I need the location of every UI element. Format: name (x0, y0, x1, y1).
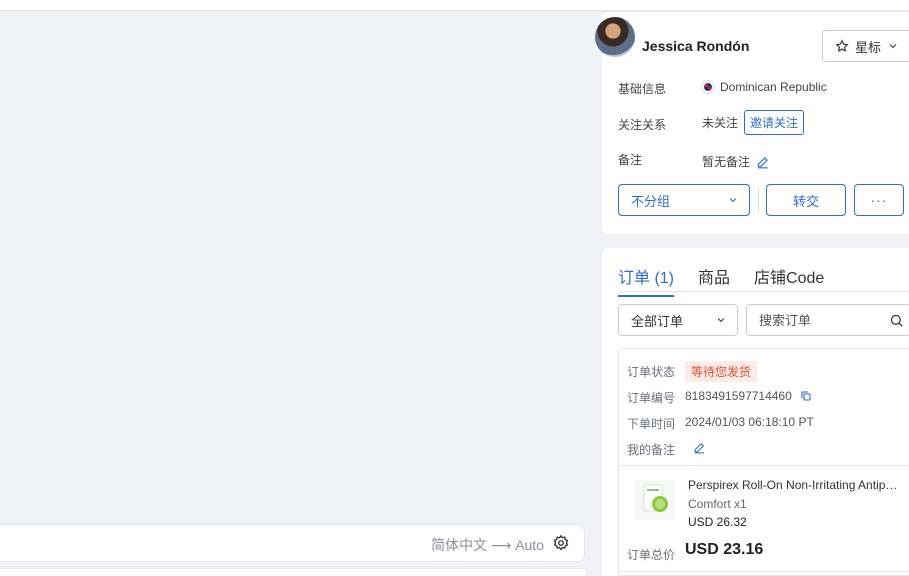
edit-note-icon[interactable] (756, 155, 770, 169)
note-value: 暂无备注 (702, 155, 751, 169)
translate-source-lang: 简体中文 (431, 537, 488, 553)
message-input-edge (0, 568, 585, 576)
avatar[interactable] (595, 17, 635, 57)
follow-status: 未关注 (702, 116, 739, 130)
more-options-button[interactable]: ··· (854, 184, 904, 216)
invite-follow-button[interactable]: 邀请关注 (744, 110, 805, 135)
contact-name: Jessica Rondón (642, 38, 750, 54)
my-note (693, 441, 706, 454)
chevron-down-icon (889, 44, 897, 49)
order-status-label: 订单状态 (627, 365, 676, 379)
tab-orders[interactable]: 订单 (1) (618, 264, 675, 297)
note-label: 备注 (618, 153, 643, 167)
order-time-label: 下单时间 (627, 417, 676, 431)
product-variant: Comfort x1 (688, 497, 747, 511)
order-number: 8183491597714460 (685, 389, 812, 403)
note-info: 暂无备注 (702, 153, 770, 170)
follow-info: 未关注 邀请关注 (702, 110, 805, 135)
group-select[interactable]: 不分组 (618, 184, 750, 216)
order-search (746, 304, 909, 336)
country-info: Dominican Republic (702, 80, 827, 94)
gear-icon[interactable] (552, 534, 570, 552)
star-icon (835, 39, 849, 52)
chat-area (0, 10, 588, 576)
country-name: Dominican Republic (720, 80, 827, 94)
order-total-value: USD 23.16 (685, 541, 764, 558)
edit-note-icon[interactable] (693, 441, 706, 454)
dominican-flag-icon (702, 81, 714, 93)
my-note-label: 我的备注 (627, 443, 676, 457)
orders-tabs: 订单 (1) 商品 店铺Code (618, 264, 824, 297)
arrow-right-icon: ⟶ (491, 536, 512, 553)
divider (758, 188, 759, 212)
chevron-down-icon (729, 198, 737, 203)
product-image[interactable] (635, 480, 675, 520)
star-button[interactable]: 星标 (822, 30, 909, 62)
status-badge: 等待您发货 (685, 361, 758, 382)
translate-direction[interactable]: 简体中文 ⟶ Auto (431, 535, 544, 555)
tabs-divider (618, 291, 909, 292)
tab-products[interactable]: 商品 (698, 264, 730, 297)
copy-icon[interactable] (800, 390, 812, 402)
translate-bar: 简体中文 ⟶ Auto (0, 524, 585, 562)
group-value: 不分组 (631, 193, 671, 209)
order-filter-value: 全部订单 (631, 313, 684, 329)
order-total-label: 订单总价 (627, 548, 676, 562)
order-card: 订单状态 等待您发货 订单编号 8183491597714460 下单时间 20… (618, 348, 909, 576)
translate-target-lang: Auto (515, 537, 544, 553)
divider (619, 571, 909, 572)
order-time: 2024/01/03 06:18:10 PT (685, 415, 814, 429)
search-icon[interactable] (889, 313, 904, 328)
divider (619, 465, 909, 466)
product-title[interactable]: Perspirex Roll-On Non-Irritating Antiper… (688, 478, 904, 492)
top-bar (0, 0, 909, 10)
transfer-button[interactable]: 转交 (766, 184, 846, 216)
order-search-input[interactable] (759, 312, 879, 328)
order-filter-select[interactable]: 全部订单 (618, 304, 738, 336)
product-price: USD 26.32 (688, 515, 747, 529)
contact-profile-card: Jessica Rondón 星标 基础信息 Dominican Republi… (595, 12, 909, 234)
follow-label: 关注关系 (618, 118, 667, 132)
tab-store-code[interactable]: 店铺Code (754, 264, 824, 297)
star-label: 星标 (855, 39, 882, 55)
chevron-down-icon (717, 318, 725, 323)
orders-panel: 订单 (1) 商品 店铺Code 全部订单 订单状态 等待您发货 订单编号 81… (602, 248, 909, 576)
order-number-value: 8183491597714460 (685, 389, 792, 403)
order-number-label: 订单编号 (627, 391, 676, 405)
basic-info-label: 基础信息 (618, 82, 667, 96)
